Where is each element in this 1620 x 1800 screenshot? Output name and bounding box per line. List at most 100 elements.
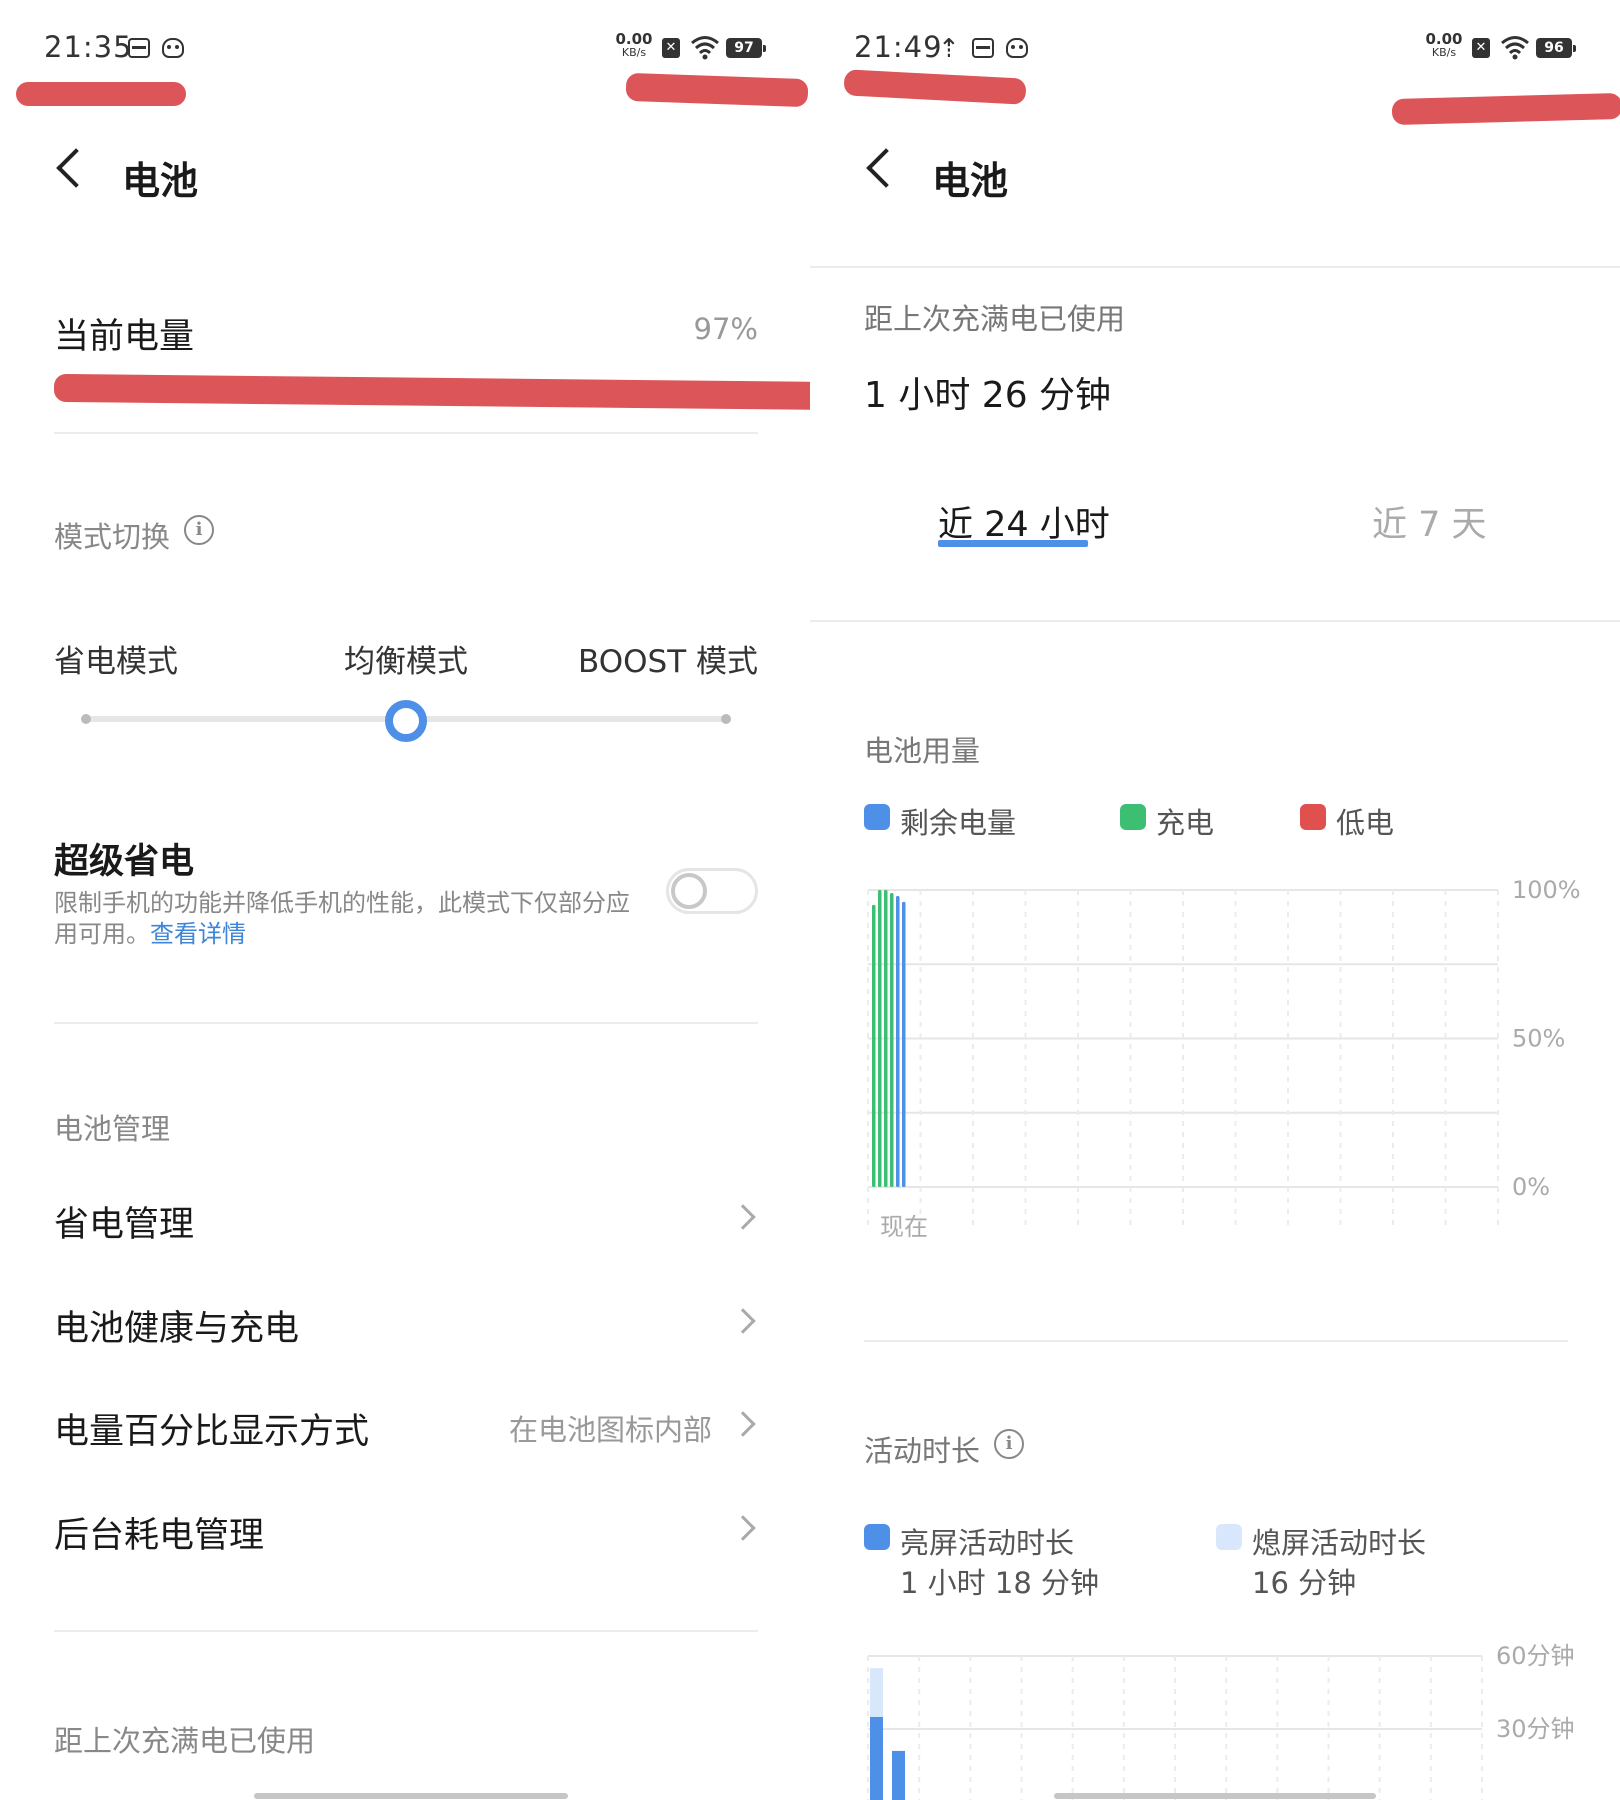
usage-bar bbox=[896, 895, 900, 1187]
status-time: 21:49 bbox=[854, 30, 943, 64]
background-power-management-row[interactable]: 后台耗电管理 bbox=[54, 1489, 758, 1569]
legend-swatch bbox=[1216, 1524, 1242, 1550]
slider-stop bbox=[721, 714, 731, 724]
usage-bar bbox=[878, 890, 882, 1187]
activity-title: 活动时长 bbox=[864, 1434, 981, 1468]
active-tab-indicator bbox=[938, 540, 1088, 547]
row-label: 省电管理 bbox=[54, 1205, 195, 1245]
page-title: 电池 bbox=[932, 159, 1009, 203]
network-speed: 0.00 KB/s bbox=[1424, 32, 1464, 59]
no-sim-icon: ✕ bbox=[1472, 38, 1490, 58]
y-tick-label: 60分钟 bbox=[1496, 1642, 1575, 1670]
info-icon[interactable]: i bbox=[184, 515, 214, 545]
network-speed: 0.00 KB/s bbox=[614, 30, 654, 59]
mode-slider-thumb[interactable] bbox=[385, 700, 427, 742]
tab-7-days[interactable]: 近 7 天 bbox=[1372, 496, 1487, 547]
info-icon[interactable]: i bbox=[994, 1429, 1024, 1459]
legend-swatch bbox=[1300, 804, 1326, 830]
legend-value: 1 小时 18 分钟 bbox=[900, 1566, 1100, 1600]
screen-on-bar bbox=[870, 1716, 883, 1800]
current-charge-value: 97% bbox=[693, 312, 758, 346]
network-speed-value: 0.00 bbox=[615, 30, 653, 48]
redaction-mark bbox=[53, 373, 810, 411]
since-full-charge-value: 1 小时 26 分钟 bbox=[864, 375, 1112, 416]
battery-usage-title: 电池用量 bbox=[864, 734, 981, 768]
sim-card-icon bbox=[128, 38, 150, 58]
super-saver-description: 限制手机的功能并降低手机的性能，此模式下仅部分应用可用。查看详情 bbox=[54, 888, 634, 950]
battery-status-icon: 96 bbox=[1536, 38, 1576, 58]
chevron-right-icon bbox=[730, 1204, 756, 1230]
back-arrow-icon[interactable] bbox=[56, 148, 96, 188]
redaction-mark bbox=[16, 82, 186, 106]
wifi-icon bbox=[691, 36, 719, 60]
chevron-right-icon bbox=[730, 1308, 756, 1334]
current-charge-label: 当前电量 bbox=[54, 317, 195, 357]
since-full-charge-heading: 距上次充满电已使用 bbox=[864, 302, 1126, 336]
battery-usage-chart: 100% 50% 0% 现在 bbox=[867, 876, 1581, 1241]
super-saver-title: 超级省电 bbox=[54, 842, 195, 882]
legend-swatch bbox=[864, 1524, 890, 1550]
usage-bar bbox=[884, 890, 888, 1187]
chevron-right-icon bbox=[730, 1515, 756, 1541]
view-details-link[interactable]: 查看详情 bbox=[150, 920, 246, 948]
divider bbox=[864, 1340, 1568, 1342]
boost-mode-label[interactable]: BOOST 模式 bbox=[578, 636, 758, 681]
scrollbar[interactable] bbox=[1054, 1793, 1376, 1799]
row-value: 在电池图标内部 bbox=[508, 1413, 712, 1447]
battery-percentage-display-row[interactable]: 电量百分比显示方式 在电池图标内部 bbox=[54, 1385, 758, 1465]
divider bbox=[54, 432, 758, 434]
redaction-mark bbox=[843, 69, 1027, 105]
redaction-mark bbox=[1391, 92, 1620, 126]
super-saver-toggle[interactable] bbox=[666, 868, 758, 914]
legend-swatch bbox=[1120, 804, 1146, 830]
y-tick-label: 0% bbox=[1512, 1173, 1550, 1201]
sim-card-icon bbox=[972, 38, 994, 58]
since-full-charge-heading: 距上次充满电已使用 bbox=[54, 1724, 316, 1758]
no-sim-icon: ✕ bbox=[662, 38, 680, 58]
cat-face-icon bbox=[1006, 38, 1028, 58]
screen-on-bar bbox=[892, 1750, 905, 1800]
battery-status-icon: 97 bbox=[726, 38, 766, 58]
divider bbox=[810, 620, 1620, 622]
activity-duration-chart: 60分钟 30分钟 bbox=[867, 1642, 1575, 1800]
x-axis-label-now: 现在 bbox=[880, 1213, 928, 1241]
usage-bar bbox=[890, 892, 894, 1187]
legend-label: 剩余电量 bbox=[900, 806, 1017, 840]
scrollbar[interactable] bbox=[254, 1793, 568, 1799]
page-title: 电池 bbox=[122, 159, 199, 203]
legend-label: 低电 bbox=[1336, 806, 1395, 840]
network-speed-unit: KB/s bbox=[1431, 46, 1457, 59]
legend-label: 充电 bbox=[1156, 806, 1215, 840]
legend-label: 熄屏活动时长 bbox=[1252, 1526, 1427, 1560]
chevron-right-icon bbox=[730, 1411, 756, 1437]
y-tick-label: 100% bbox=[1512, 876, 1581, 904]
upload-icon: ⇡ bbox=[938, 34, 960, 64]
row-label: 后台耗电管理 bbox=[54, 1516, 265, 1556]
battery-management-heading: 电池管理 bbox=[54, 1112, 171, 1146]
power-saving-management-row[interactable]: 省电管理 bbox=[54, 1178, 758, 1258]
super-saver-description-text: 限制手机的功能并降低手机的性能，此模式下仅部分应用可用。 bbox=[54, 889, 630, 948]
legend-value: 16 分钟 bbox=[1252, 1566, 1357, 1600]
network-speed-unit: KB/s bbox=[621, 46, 647, 59]
legend-swatch bbox=[864, 804, 890, 830]
y-tick-label: 50% bbox=[1512, 1025, 1565, 1053]
legend-label: 亮屏活动时长 bbox=[900, 1526, 1075, 1560]
power-saving-mode-label[interactable]: 省电模式 bbox=[54, 636, 178, 681]
balanced-mode-label[interactable]: 均衡模式 bbox=[344, 636, 468, 681]
battery-health-charging-row[interactable]: 电池健康与充电 bbox=[54, 1282, 758, 1362]
toggle-knob bbox=[671, 873, 707, 909]
row-label: 电池健康与充电 bbox=[54, 1309, 300, 1349]
status-time: 21:35 bbox=[44, 30, 133, 64]
cat-face-icon bbox=[162, 38, 184, 58]
divider bbox=[810, 266, 1620, 268]
row-label: 电量百分比显示方式 bbox=[54, 1412, 370, 1452]
redaction-mark bbox=[625, 72, 809, 108]
battery-settings-screen: 21:35 0.00 KB/s ✕ 97 电池 当前电量 97% 模式切换 i … bbox=[0, 0, 810, 1800]
usage-bar bbox=[902, 901, 906, 1187]
slider-stop bbox=[81, 714, 91, 724]
y-tick-label: 30分钟 bbox=[1496, 1715, 1575, 1743]
divider bbox=[54, 1022, 758, 1024]
mode-switch-heading: 模式切换 bbox=[54, 520, 171, 554]
back-arrow-icon[interactable] bbox=[866, 148, 906, 188]
usage-bar bbox=[872, 904, 876, 1187]
